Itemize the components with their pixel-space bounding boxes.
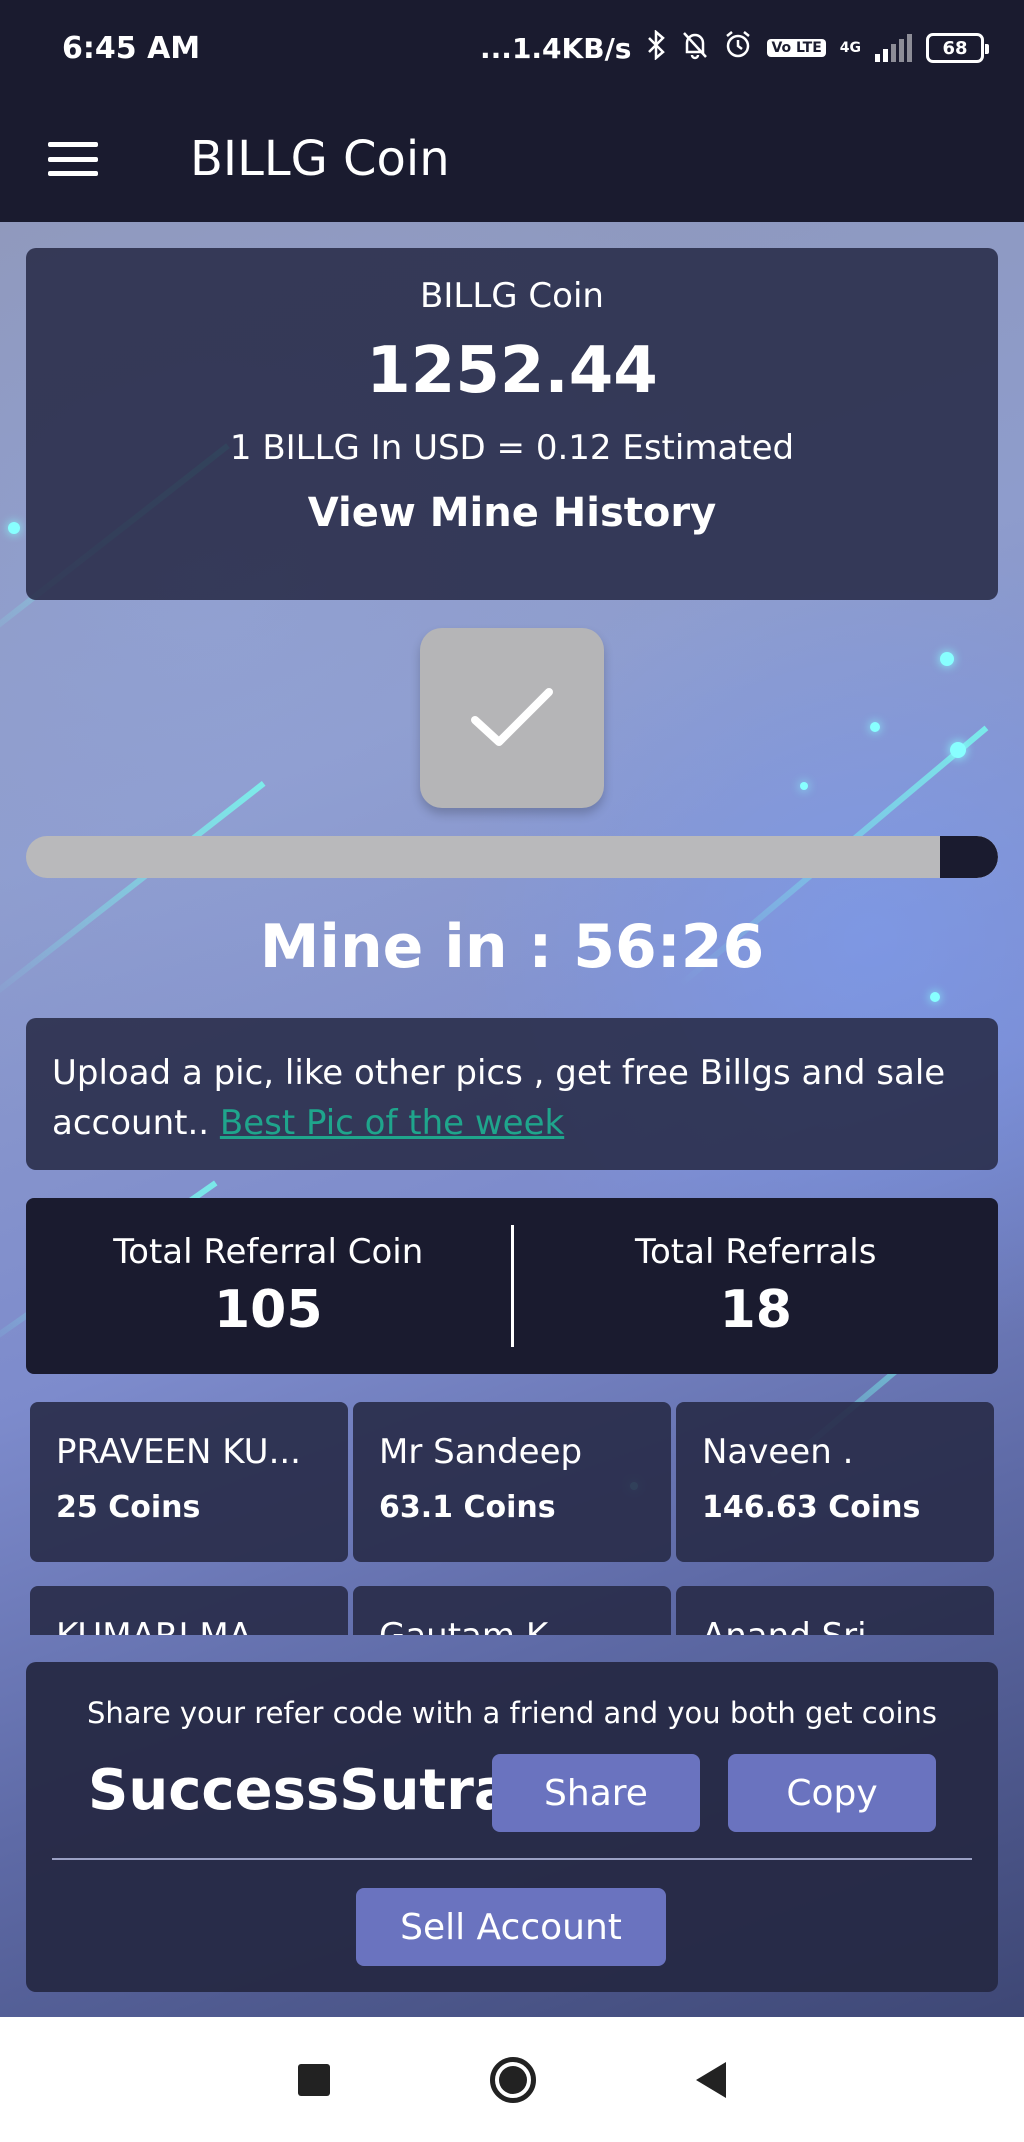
background-decoration	[800, 782, 808, 790]
referral-card[interactable]: PRAVEEN KU... 25 Coins	[30, 1402, 348, 1562]
app-bar: BILLG Coin	[0, 96, 1024, 222]
network-speed: ...1.4KB/s	[480, 31, 632, 65]
mining-progress-bar	[26, 836, 998, 878]
background-decoration	[940, 652, 954, 666]
balance-card: BILLG Coin 1252.44 1 BILLG In USD = 0.12…	[26, 248, 998, 600]
refer-code: SuccessSutra	[88, 1758, 512, 1823]
sell-account-button[interactable]: Sell Account	[356, 1888, 666, 1966]
referral-coin-label: Total Referral Coin	[113, 1232, 424, 1272]
refer-message: Share your refer code with a friend and …	[86, 1696, 938, 1730]
referral-name: Anand Sri...	[702, 1616, 982, 1635]
copy-button[interactable]: Copy	[728, 1754, 936, 1832]
total-referral-coin: Total Referral Coin 105	[26, 1232, 511, 1340]
mining-progress-fill	[939, 836, 998, 878]
background-decoration	[950, 742, 966, 758]
status-icons: ...1.4KB/s Vo LTE 4G 68	[480, 29, 989, 66]
mine-timer: Mine in : 56:26	[259, 912, 765, 982]
referral-stats: Total Referral Coin 105 Total Referrals …	[26, 1198, 998, 1374]
view-mine-history-link[interactable]: View Mine History	[308, 490, 716, 536]
best-pic-link[interactable]: Best Pic of the week	[220, 1103, 564, 1143]
signal-icon	[875, 34, 912, 62]
status-time: 6:45 AM	[62, 30, 201, 66]
bell-off-icon	[681, 30, 709, 66]
referral-card[interactable]: Naveen . 146.63 Coins	[676, 1402, 994, 1562]
referral-name: KUMARI MA...	[56, 1616, 336, 1635]
balance-label: BILLG Coin	[420, 276, 604, 316]
home-icon[interactable]	[490, 2056, 536, 2103]
referral-card[interactable]: Mr Sandeep 63.1 Coins	[353, 1402, 671, 1562]
referral-card[interactable]: KUMARI MA...	[30, 1586, 348, 1635]
divider	[52, 1858, 972, 1860]
main-content[interactable]: BILLG Coin 1252.44 1 BILLG In USD = 0.12…	[0, 222, 1024, 2017]
background-decoration	[8, 522, 20, 534]
total-referrals: Total Referrals 18	[514, 1232, 999, 1340]
promo-card: Upload a pic, like other pics , get free…	[26, 1018, 998, 1170]
referral-name: Mr Sandeep	[379, 1432, 583, 1472]
balance-value: 1252.44	[366, 334, 658, 408]
alarm-icon	[723, 30, 753, 66]
volte-badge: Vo LTE	[767, 39, 826, 57]
back-icon[interactable]	[696, 2061, 726, 2098]
referral-coins: 25 Coins	[56, 1490, 201, 1525]
referral-name: PRAVEEN KU...	[56, 1432, 301, 1472]
referrals-count-value: 18	[719, 1280, 792, 1340]
background-decoration	[930, 992, 940, 1002]
recent-apps-icon[interactable]	[298, 2063, 330, 2096]
background-decoration	[870, 722, 880, 732]
referral-coin-value: 105	[213, 1280, 323, 1340]
checkmark-icon	[471, 688, 553, 746]
referral-coins: 63.1 Coins	[379, 1490, 556, 1525]
referral-card[interactable]: Anand Sri...	[676, 1586, 994, 1635]
app-title: BILLG Coin	[190, 131, 450, 187]
status-bar: 6:45 AM ...1.4KB/s Vo LTE 4G 68	[0, 0, 1024, 96]
share-button[interactable]: Share	[492, 1754, 700, 1832]
network-type: 4G	[839, 40, 861, 56]
referral-name: Gautam K...	[379, 1616, 659, 1635]
referral-coins: 146.63 Coins	[702, 1490, 921, 1525]
bluetooth-icon	[645, 29, 667, 66]
refer-code-card: Share your refer code with a friend and …	[26, 1662, 998, 1992]
referrals-count-label: Total Referrals	[635, 1232, 877, 1272]
hamburger-menu-icon[interactable]	[48, 142, 98, 176]
referral-list[interactable]: PRAVEEN KU... 25 Coins Mr Sandeep 63.1 C…	[26, 1398, 998, 1635]
referral-card[interactable]: Gautam K...	[353, 1586, 671, 1635]
battery-level: 68	[942, 37, 968, 59]
usd-rate: 1 BILLG In USD = 0.12 Estimated	[229, 428, 795, 468]
referral-name: Naveen .	[702, 1432, 854, 1472]
system-nav-bar	[0, 2017, 1024, 2142]
mine-button[interactable]	[420, 628, 604, 808]
battery-icon: 68	[926, 33, 989, 63]
